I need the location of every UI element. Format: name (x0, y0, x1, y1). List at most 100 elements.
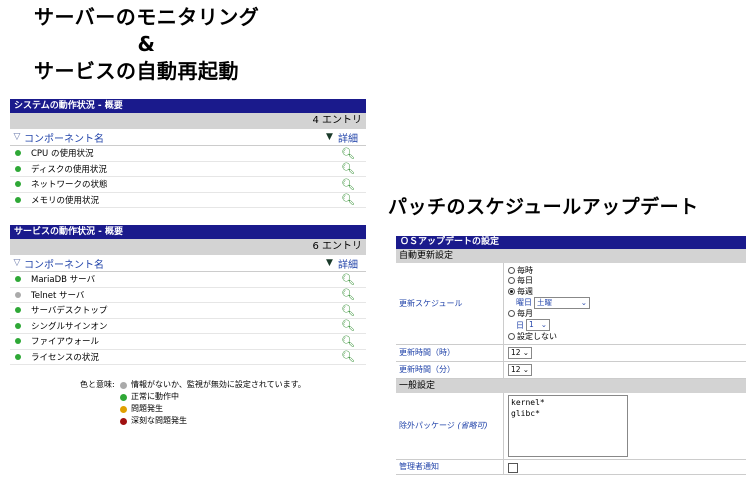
title-line2: & (137, 32, 156, 56)
exclude-row: 除外パッケージ (省略可) kernel* glibc* (396, 392, 746, 460)
magnifier-icon[interactable]: 🔍︎ (338, 273, 358, 286)
exclude-packages-textarea[interactable]: kernel* glibc* (508, 394, 628, 457)
row-label: Telnet サーバ (31, 290, 85, 301)
table-row: シングルサインオン 🔍︎ (10, 319, 366, 334)
radio-icon[interactable] (508, 277, 515, 285)
row-label: シングルサインオン (31, 321, 108, 332)
os-update-panel: ＯＳアップデートの設定 自動更新設定 更新スケジュール 毎時 毎日 毎週 曜日土… (396, 236, 746, 475)
row-label: ディスクの使用状況 (31, 164, 107, 175)
radio-weekly[interactable]: 毎週 (508, 286, 742, 297)
column-component-name[interactable]: コンポーネント名 (24, 256, 326, 271)
table-row: ネットワークの状態 🔍︎ (10, 177, 366, 193)
panel-header: システムの動作状況 - 概要 (10, 99, 366, 113)
magnifier-icon[interactable]: 🔍︎ (338, 147, 358, 160)
status-ok-icon (15, 196, 21, 203)
row-label: サーバデスクトップ (31, 306, 108, 317)
status-unknown-icon (120, 381, 127, 389)
column-detail: 詳細 (338, 133, 358, 145)
radio-icon[interactable] (508, 332, 515, 340)
panel-header: ＯＳアップデートの設定 (396, 236, 746, 249)
minute-label: 更新時間（分） (396, 361, 504, 378)
panel-header: サービスの動作状況 - 概要 (10, 225, 366, 239)
entry-count: 4 エントリ (10, 113, 366, 129)
row-label: ネットワークの状態 (31, 180, 108, 191)
day-select[interactable]: 1 ⌄ (526, 319, 550, 331)
table-row: Telnet サーバ 🔍︎ (10, 288, 366, 303)
minute-row: 更新時間（分） 12 ⌄ (396, 361, 746, 379)
status-ok-icon (120, 393, 127, 401)
legend-label: 色と意味: (80, 380, 115, 389)
filter-icon[interactable]: ▽ (10, 132, 24, 142)
table-row: ファイアウォール 🔍︎ (10, 334, 366, 350)
system-status-panel: システムの動作状況 - 概要 4 エントリ ▽ コンポーネント名 ▼ 詳細 CP… (10, 99, 366, 208)
status-ok-icon (15, 338, 21, 345)
table-row: ディスクの使用状況 🔍︎ (10, 162, 366, 177)
row-label: MariaDB サーバ (31, 275, 96, 286)
column-header: ▽ コンポーネント名 ▼ 詳細 (10, 129, 366, 146)
schedule-row: 更新スケジュール 毎時 毎日 毎週 曜日 土曜 ⌄ 毎月 日 1 ⌄ 設定しない (396, 263, 746, 345)
chevron-down-icon: ⌄ (580, 297, 587, 307)
table-row: MariaDB サーバ 🔍︎ (10, 272, 366, 288)
exclude-label: 除外パッケージ (399, 421, 455, 430)
notify-row: 管理者通知 (396, 459, 746, 475)
magnifier-icon[interactable]: 🔍︎ (338, 350, 358, 363)
column-component-name[interactable]: コンポーネント名 (24, 130, 326, 145)
table-row: サーバデスクトップ 🔍︎ (10, 303, 366, 319)
status-ok-icon (15, 307, 21, 314)
minute-select[interactable]: 12 ⌄ (508, 363, 532, 376)
magnifier-icon[interactable]: 🔍︎ (338, 304, 358, 317)
magnifier-icon[interactable]: 🔍︎ (338, 319, 358, 332)
section-auto-update: 自動更新設定 (396, 249, 746, 263)
radio-icon[interactable] (508, 266, 515, 274)
chevron-down-icon: ⌄ (540, 320, 547, 329)
status-ok-icon (15, 353, 21, 360)
radio-daily[interactable]: 毎日 (508, 276, 742, 287)
filter-icon[interactable]: ▽ (10, 258, 24, 268)
radio-icon[interactable] (508, 310, 515, 318)
row-label: ファイアウォール (31, 337, 100, 348)
patch-title: パッチのスケジュールアップデート (388, 196, 699, 218)
weekday-value: 土曜 (537, 297, 552, 307)
radio-monthly[interactable]: 毎月 (508, 309, 742, 320)
notify-checkbox[interactable] (508, 462, 518, 473)
day-label: 日 (516, 320, 524, 330)
exclude-label-wrap: 除外パッケージ (省略可) (396, 392, 504, 459)
magnifier-icon[interactable]: 🔍︎ (338, 193, 358, 206)
weekday-label: 曜日 (516, 298, 532, 307)
chevron-down-icon: ⌄ (522, 364, 529, 374)
weekday-select[interactable]: 土曜 ⌄ (534, 296, 590, 309)
title-line1: サーバーのモニタリング (34, 5, 260, 29)
sort-desc-icon[interactable]: ▼ (326, 258, 338, 268)
radio-none-label: 設定しない (517, 331, 557, 341)
schedule-label: 更新スケジュール (396, 263, 504, 344)
column-header: ▽ コンポーネント名 ▼ 詳細 (10, 255, 366, 272)
status-ok-icon (15, 322, 21, 329)
day-value: 1 (529, 320, 534, 329)
status-ok-icon (15, 276, 21, 283)
title-line3: サービスの自動再起動 (34, 59, 239, 83)
magnifier-icon[interactable]: 🔍︎ (338, 162, 358, 175)
sort-desc-icon[interactable]: ▼ (326, 132, 338, 142)
radio-monthly-label: 毎月 (517, 309, 533, 319)
hour-value: 12 (511, 347, 521, 357)
status-ok-icon (15, 181, 21, 188)
chevron-down-icon: ⌄ (522, 347, 529, 357)
status-unknown-icon (15, 291, 21, 298)
color-legend: 色と意味: 情報がないか、監視が無効に設定されています。 正常に動作中 問題発生 … (80, 379, 306, 427)
minute-value: 12 (511, 364, 521, 374)
table-row: CPU の使用状況 🔍︎ (10, 146, 366, 162)
status-critical-icon (120, 417, 127, 425)
radio-hourly[interactable]: 毎時 (508, 265, 742, 276)
status-ok-icon (15, 150, 21, 157)
entry-count: 6 エントリ (10, 239, 366, 255)
magnifier-icon[interactable]: 🔍︎ (338, 335, 358, 348)
exclude-line: glibc* (511, 408, 540, 418)
magnifier-icon[interactable]: 🔍︎ (338, 178, 358, 191)
radio-none[interactable]: 設定しない (508, 331, 742, 342)
row-label: CPU の使用状況 (31, 149, 94, 160)
hour-select[interactable]: 12 ⌄ (508, 346, 532, 359)
row-label: メモリの使用状況 (31, 195, 100, 206)
row-label: ライセンスの状況 (31, 352, 99, 363)
magnifier-icon[interactable]: 🔍︎ (338, 288, 358, 301)
radio-selected-icon[interactable] (508, 287, 515, 295)
